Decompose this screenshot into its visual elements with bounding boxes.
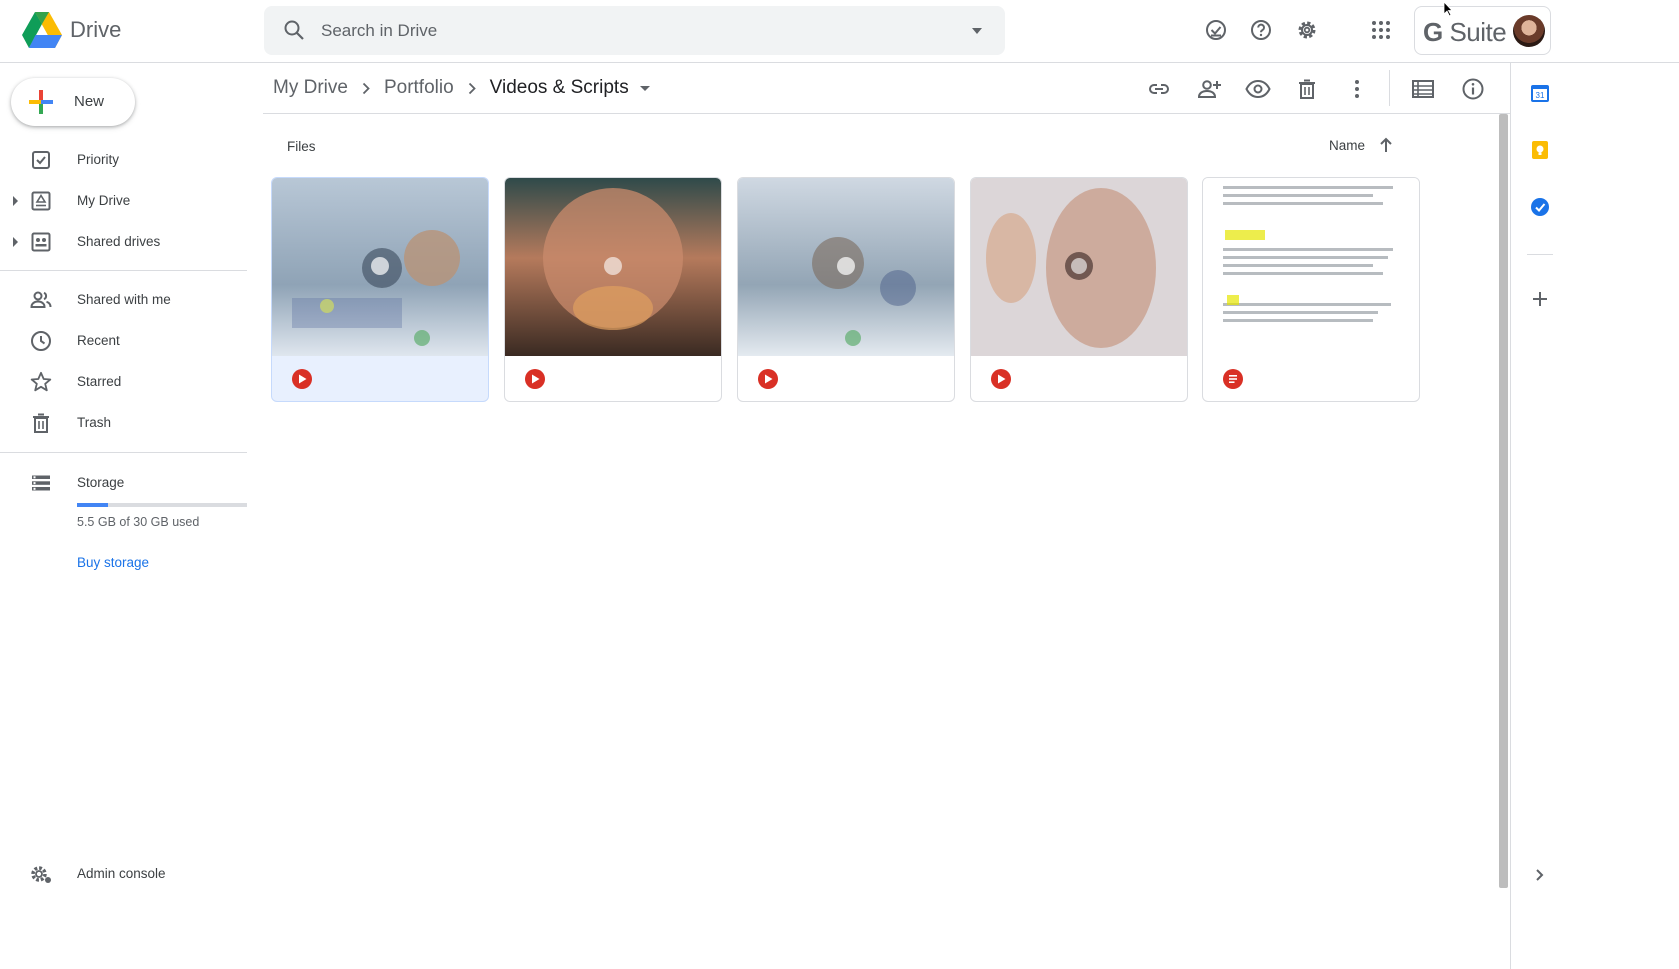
- star-icon: [30, 371, 52, 392]
- calendar-icon[interactable]: 31: [1527, 80, 1553, 106]
- shared-drives-icon: [31, 232, 51, 252]
- recent-icon: [31, 331, 51, 351]
- sidebar-item-trash[interactable]: Trash: [0, 405, 247, 441]
- sidebar-item-label: Priority: [77, 152, 120, 167]
- storage-progress-bar: [77, 503, 247, 507]
- main-scrollbar[interactable]: [1499, 114, 1508, 888]
- rail-divider: [1527, 254, 1553, 255]
- search-options-icon[interactable]: [971, 27, 983, 35]
- breadcrumb: My Drive Portfolio Videos & Scripts: [273, 76, 653, 100]
- tasks-icon[interactable]: [1527, 194, 1553, 220]
- storage-used-text: 5.5 GB of 30 GB used: [77, 515, 200, 529]
- sidebar-item-storage[interactable]: Storage: [0, 465, 247, 501]
- sidebar-item-shared-with-me[interactable]: Shared with me: [0, 282, 247, 318]
- file-thumbnail: [1203, 178, 1419, 356]
- breadcrumb-item-portfolio[interactable]: Portfolio: [384, 77, 454, 99]
- file-card[interactable]: [1202, 177, 1420, 402]
- file-card[interactable]: [737, 177, 955, 402]
- sidebar-item-label: Trash: [77, 415, 112, 430]
- sidebar-item-label: Shared drives: [77, 234, 161, 249]
- breadcrumb-item-current[interactable]: Videos & Scripts: [490, 77, 629, 99]
- delete-icon[interactable]: [1294, 76, 1320, 102]
- sidebar-item-priority[interactable]: Priority: [0, 142, 247, 178]
- search-icon[interactable]: [282, 18, 306, 42]
- toolbar-divider: [1389, 70, 1390, 106]
- trash-icon: [33, 413, 49, 433]
- video-file-icon: [525, 369, 545, 389]
- sidebar-item-label: Admin console: [77, 866, 166, 881]
- chevron-right-icon: [362, 82, 370, 95]
- video-file-icon: [292, 369, 312, 389]
- avatar[interactable]: [1513, 15, 1545, 47]
- share-icon[interactable]: [1196, 76, 1222, 102]
- more-icon[interactable]: [1344, 76, 1370, 102]
- video-file-icon: [758, 369, 778, 389]
- help-icon[interactable]: [1246, 15, 1276, 45]
- drive-logo-icon: [22, 12, 62, 48]
- new-button-label: New: [74, 93, 105, 110]
- info-icon[interactable]: [1460, 76, 1486, 102]
- storage-label: Storage: [77, 475, 125, 490]
- admin-console-icon: [31, 866, 51, 883]
- document-file-icon: [1223, 369, 1243, 389]
- sidebar-item-admin-console[interactable]: Admin console: [0, 856, 247, 892]
- file-thumbnail: [505, 178, 721, 356]
- ready-for-offline-icon[interactable]: [1201, 15, 1231, 45]
- preview-icon[interactable]: [1245, 76, 1271, 102]
- storage-progress-fill: [77, 503, 109, 507]
- side-panel-divider: [1510, 63, 1511, 969]
- new-button[interactable]: New: [11, 78, 135, 126]
- buy-storage-link[interactable]: Buy storage: [77, 555, 149, 570]
- sort-label[interactable]: Name: [1329, 138, 1365, 153]
- sort-control[interactable]: Name: [1329, 137, 1393, 153]
- sidebar-item-recent[interactable]: Recent: [0, 323, 247, 359]
- sidebar-item-label: Shared with me: [77, 292, 171, 307]
- keep-icon[interactable]: [1527, 137, 1553, 163]
- file-card[interactable]: [504, 177, 722, 402]
- app-name: Drive: [70, 17, 122, 42]
- list-view-icon[interactable]: [1410, 76, 1436, 102]
- get-link-icon[interactable]: [1146, 76, 1172, 102]
- sidebar-divider: [0, 452, 247, 453]
- sidebar-item-label: Starred: [77, 374, 122, 389]
- gsuite-logo: G Suite: [1423, 17, 1507, 47]
- file-thumbnail: [272, 178, 488, 356]
- mouse-cursor-icon: [1443, 1, 1453, 17]
- breadcrumb-item-my-drive[interactable]: My Drive: [273, 77, 348, 99]
- expand-panel-icon[interactable]: [1527, 862, 1553, 888]
- account-switcher[interactable]: G Suite: [1414, 6, 1551, 55]
- sidebar-item-label: Recent: [77, 333, 120, 348]
- top-bar: Drive G Suite: [0, 0, 1679, 63]
- expand-arrow-icon[interactable]: [12, 196, 19, 206]
- file-card[interactable]: [970, 177, 1188, 402]
- my-drive-icon: [31, 191, 51, 211]
- settings-icon[interactable]: [1292, 15, 1322, 45]
- expand-arrow-icon[interactable]: [12, 237, 19, 247]
- apps-grid-icon[interactable]: [1366, 15, 1396, 45]
- files-section-title: Files: [287, 139, 316, 154]
- svg-text:31: 31: [1536, 91, 1545, 100]
- shared-with-me-icon: [30, 291, 52, 308]
- video-file-icon: [991, 369, 1011, 389]
- sidebar-item-my-drive[interactable]: My Drive: [0, 183, 247, 219]
- sidebar-divider: [0, 270, 247, 271]
- drive-logo[interactable]: Drive: [22, 12, 121, 48]
- sidebar-item-starred[interactable]: Starred: [0, 364, 247, 400]
- search-bar[interactable]: [264, 6, 1005, 55]
- arrow-up-icon[interactable]: [1379, 137, 1393, 153]
- priority-icon: [32, 151, 50, 169]
- search-input[interactable]: [321, 6, 941, 55]
- file-thumbnail: [971, 178, 1187, 356]
- sidebar-item-shared-drives[interactable]: Shared drives: [0, 224, 247, 260]
- file-thumbnail: [738, 178, 954, 356]
- file-card[interactable]: [271, 177, 489, 402]
- chevron-right-icon: [468, 82, 476, 95]
- toolbar-separator: [263, 113, 1510, 114]
- storage-icon: [32, 475, 50, 491]
- sidebar-item-label: My Drive: [77, 193, 131, 208]
- plus-icon: [29, 90, 53, 114]
- add-addon-icon[interactable]: [1527, 286, 1553, 312]
- folder-menu-caret-icon[interactable]: [637, 80, 653, 96]
